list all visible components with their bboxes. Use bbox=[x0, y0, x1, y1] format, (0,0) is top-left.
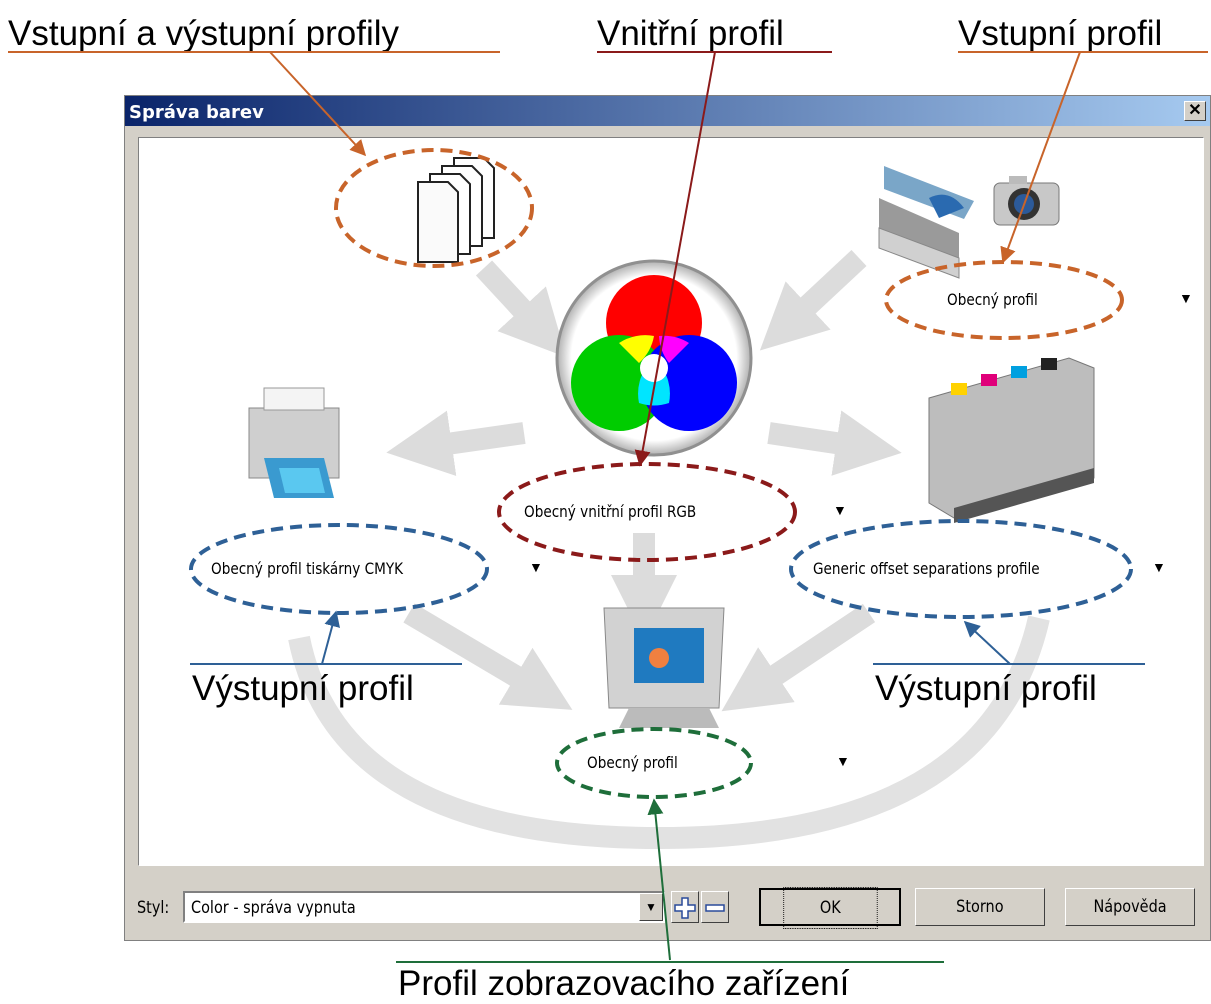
press-profile-select[interactable]: Generic offset separations profile bbox=[813, 559, 1040, 578]
title-bar: Správa barev ✕ bbox=[125, 96, 1210, 126]
cancel-label: Storno bbox=[956, 897, 1004, 917]
cancel-button[interactable]: Storno bbox=[915, 888, 1045, 926]
monitor-profile-select[interactable]: Obecný profil bbox=[587, 753, 678, 772]
bottom-bar: Styl: Color - správa vypnuta ▼ OK Storno… bbox=[125, 876, 1210, 936]
monitor-icon bbox=[603, 607, 725, 728]
offset-press-icon bbox=[928, 357, 1095, 523]
remove-style-button[interactable] bbox=[701, 891, 729, 923]
callout-input-profile: Vstupní profil bbox=[958, 14, 1163, 53]
callout-io-profiles: Vstupní a výstupní profily bbox=[8, 14, 400, 53]
style-label: Styl: bbox=[137, 898, 170, 918]
callout-internal-underline bbox=[597, 51, 832, 53]
add-style-button[interactable] bbox=[671, 891, 699, 923]
printer-profile-dropdown-icon[interactable]: ▼ bbox=[529, 559, 543, 575]
monitor-profile-dropdown-icon[interactable]: ▼ bbox=[836, 753, 850, 769]
rgb-circles-icon bbox=[555, 259, 753, 457]
callout-io-underline bbox=[8, 51, 500, 53]
help-button[interactable]: Nápověda bbox=[1065, 888, 1195, 926]
internal-profile-dropdown-icon[interactable]: ▼ bbox=[833, 502, 847, 518]
callout-output-right: Výstupní profil bbox=[875, 669, 1097, 708]
ok-label: OK bbox=[783, 887, 877, 929]
scanner-profile-dropdown-icon[interactable]: ▼ bbox=[1179, 290, 1193, 306]
documents-icon bbox=[417, 157, 495, 263]
style-combobox[interactable]: Color - správa vypnuta ▼ bbox=[183, 891, 665, 923]
help-label: Nápověda bbox=[1093, 897, 1167, 917]
style-dropdown-button[interactable]: ▼ bbox=[639, 893, 663, 921]
internal-profile-select[interactable]: Obecný vnitřní profil RGB bbox=[524, 502, 696, 521]
scanner-profile-select[interactable]: Obecný profil bbox=[947, 290, 1038, 309]
callout-display-overline bbox=[396, 961, 944, 963]
callout-output-left: Výstupní profil bbox=[192, 669, 414, 708]
printer-profile-select[interactable]: Obecný profil tiskárny CMYK bbox=[211, 559, 403, 578]
callout-input-underline bbox=[958, 51, 1208, 53]
minus-icon bbox=[705, 904, 725, 912]
dialog-title: Správa barev bbox=[129, 102, 264, 123]
callout-internal-profile: Vnitřní profil bbox=[597, 14, 784, 53]
workflow-canvas: Obecný profil ▼ Obecný vnitřní profil RG… bbox=[138, 137, 1204, 866]
callout-display: Profil zobrazovacího zařízení bbox=[398, 964, 850, 1003]
ok-button[interactable]: OK bbox=[759, 887, 901, 929]
camera-icon bbox=[993, 176, 1060, 226]
chevron-down-icon: ▼ bbox=[645, 900, 657, 914]
scanner-icon bbox=[878, 166, 974, 279]
close-icon: ✕ bbox=[1188, 102, 1202, 119]
callout-output-right-overline bbox=[873, 663, 1145, 665]
color-management-dialog: Správa barev ✕ Obecný profil ▼ Obecný vn… bbox=[124, 95, 1211, 941]
printer-icon bbox=[248, 387, 340, 498]
press-profile-dropdown-icon[interactable]: ▼ bbox=[1152, 559, 1166, 575]
close-button[interactable]: ✕ bbox=[1184, 101, 1206, 121]
callout-output-left-overline bbox=[190, 663, 462, 665]
style-value: Color - správa vypnuta bbox=[191, 898, 356, 918]
plus-icon bbox=[674, 897, 696, 919]
